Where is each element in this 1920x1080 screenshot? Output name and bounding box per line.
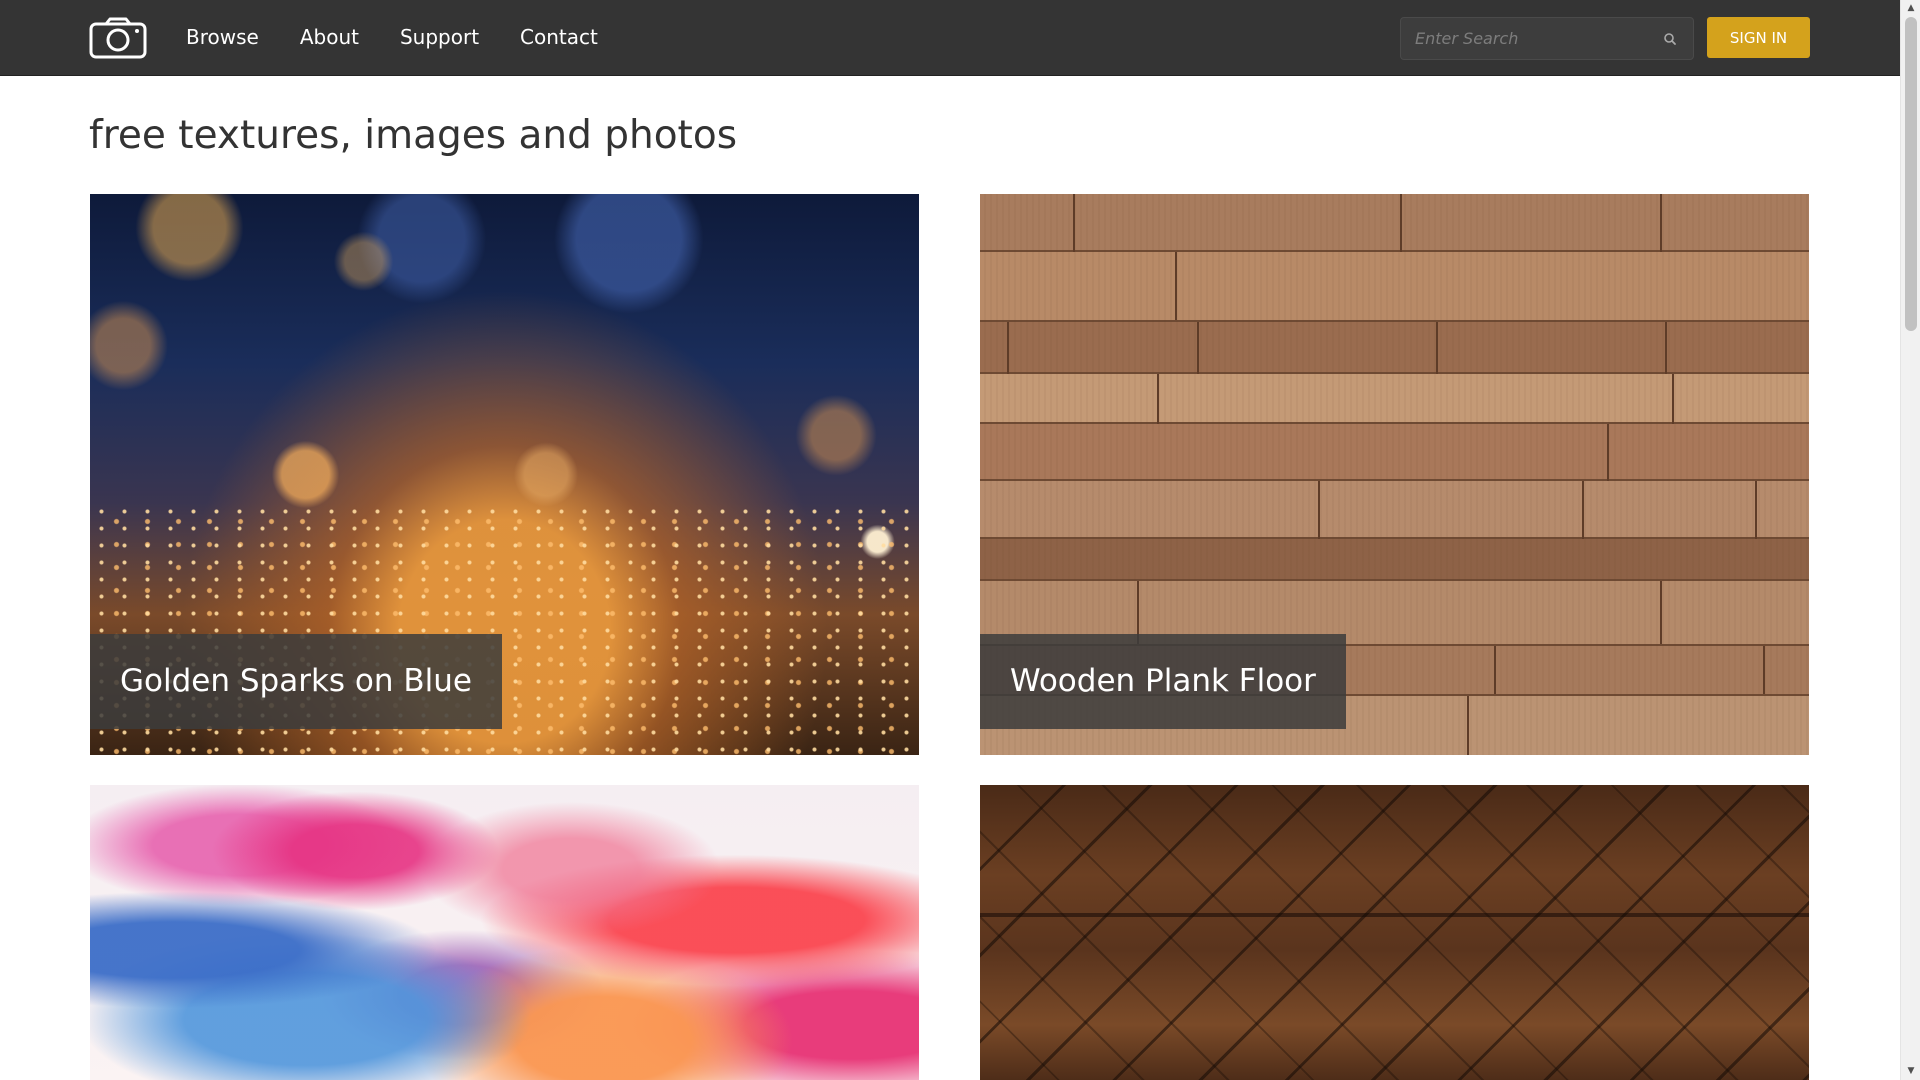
camera-icon[interactable] bbox=[89, 17, 147, 59]
nav-support[interactable]: Support bbox=[400, 25, 479, 49]
gallery-image[interactable] bbox=[980, 785, 1809, 1080]
card-caption[interactable]: Golden Sparks on Blue bbox=[90, 634, 502, 729]
page-title: free textures, images and photos bbox=[89, 113, 738, 158]
nav-about[interactable]: About bbox=[300, 25, 359, 49]
nav-contact[interactable]: Contact bbox=[520, 25, 598, 49]
vertical-scrollbar[interactable]: ▲ ▼ bbox=[1900, 0, 1920, 1080]
page: Browse About Support Contact SIGN IN fre… bbox=[0, 0, 1900, 1080]
gallery-card[interactable]: Golden Sparks on Blue bbox=[90, 194, 919, 755]
navbar: Browse About Support Contact SIGN IN bbox=[0, 0, 1900, 76]
search-box bbox=[1400, 17, 1694, 60]
sign-in-button[interactable]: SIGN IN bbox=[1707, 17, 1810, 58]
search-icon[interactable] bbox=[1662, 31, 1678, 47]
scroll-down-icon[interactable]: ▼ bbox=[1901, 1063, 1920, 1080]
scroll-up-icon[interactable]: ▲ bbox=[1901, 0, 1920, 17]
search-input[interactable] bbox=[1415, 18, 1655, 59]
gallery-card[interactable] bbox=[90, 785, 919, 1080]
gallery-card[interactable]: Wooden Plank Floor bbox=[980, 194, 1809, 755]
main-nav: Browse About Support Contact bbox=[186, 0, 639, 74]
card-caption[interactable]: Wooden Plank Floor bbox=[980, 634, 1346, 729]
gallery-image[interactable] bbox=[90, 785, 919, 1080]
nav-browse[interactable]: Browse bbox=[186, 25, 259, 49]
scrollbar-thumb[interactable] bbox=[1905, 17, 1917, 331]
herringbone-seam bbox=[980, 913, 1809, 917]
gallery-card[interactable] bbox=[980, 785, 1809, 1080]
